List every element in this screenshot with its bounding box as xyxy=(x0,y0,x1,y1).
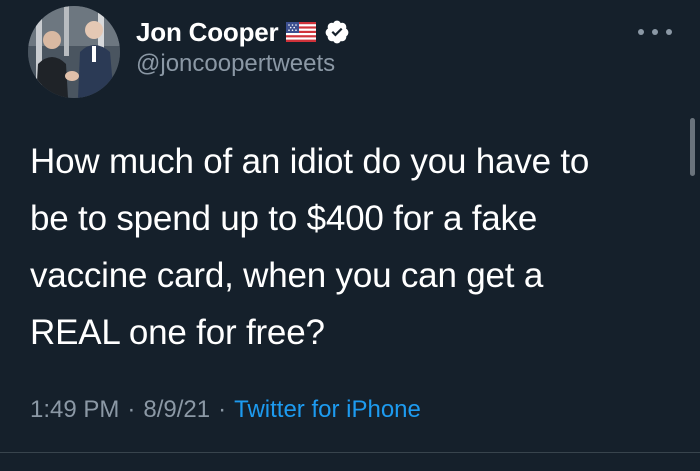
tweet-text-line: How much of an idiot do you have to xyxy=(30,142,590,181)
more-dots-icon xyxy=(666,29,672,35)
more-dots-icon xyxy=(638,29,644,35)
tweet-text-line: vaccine card, when you can get a xyxy=(30,256,544,295)
display-name[interactable]: Jon Cooper xyxy=(136,17,279,48)
tweet-date[interactable]: 8/9/21 xyxy=(143,396,210,424)
avatar[interactable] xyxy=(28,6,120,98)
tweet-text-line: REAL one for free? xyxy=(30,313,325,352)
scrollbar[interactable] xyxy=(690,118,695,176)
tweet-meta: 1:49 PM · 8/9/21 · Twitter for iPhone xyxy=(30,396,421,424)
divider xyxy=(0,452,700,453)
avatar-photo xyxy=(28,6,120,98)
tweet-text-line: be to spend up to $400 for a fake xyxy=(30,199,538,238)
tweet: Jon Cooper @joncoopertweets How much of … xyxy=(0,0,700,471)
meta-separator: · xyxy=(218,396,227,423)
author-name-row[interactable]: Jon Cooper xyxy=(136,15,350,49)
tweet-source-link[interactable]: Twitter for iPhone xyxy=(234,396,421,424)
tweet-time[interactable]: 1:49 PM xyxy=(30,396,119,424)
more-dots-icon xyxy=(652,29,658,35)
us-flag-icon xyxy=(286,22,317,42)
tweet-text: How much of an idiot do you have to be t… xyxy=(30,133,670,361)
verified-badge-icon xyxy=(324,19,350,45)
meta-separator: · xyxy=(127,396,136,423)
author-handle[interactable]: @joncoopertweets xyxy=(136,50,335,78)
more-options-button[interactable] xyxy=(638,22,672,42)
